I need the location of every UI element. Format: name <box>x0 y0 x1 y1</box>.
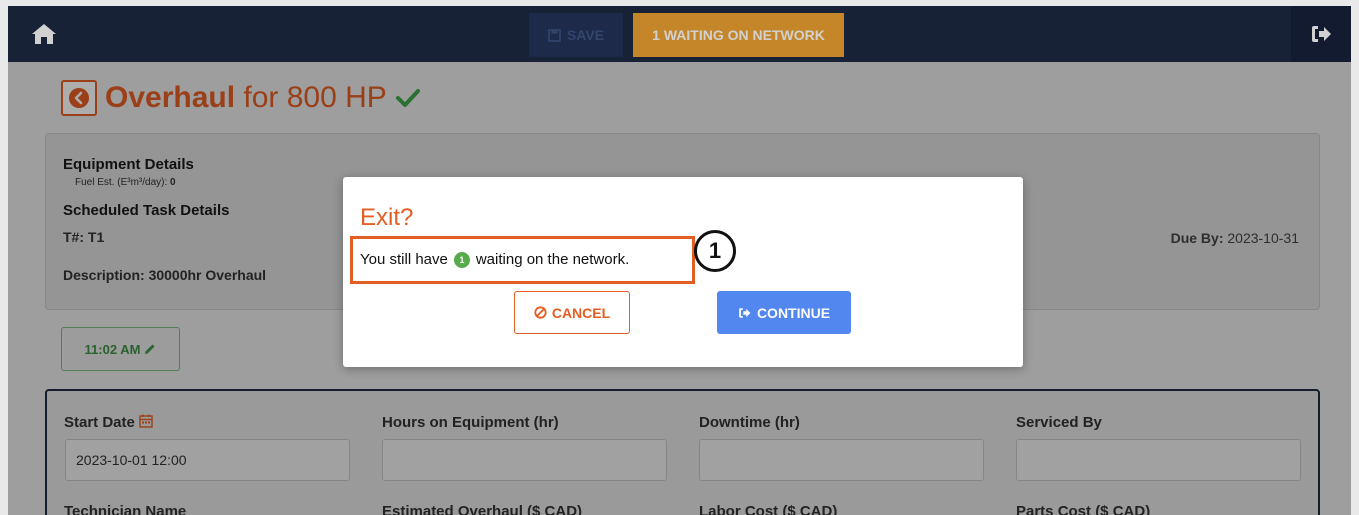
ban-icon <box>534 306 547 319</box>
annotation-callout-number: 1 <box>694 230 736 272</box>
navbar-backdrop <box>8 6 1351 62</box>
dialog-message-start: You still have <box>360 251 448 268</box>
pending-count-badge: 1 <box>453 251 470 268</box>
dialog-message: You still have 1 waiting on the network. <box>360 251 629 268</box>
cancel-button[interactable]: CANCEL <box>514 291 630 334</box>
exit-confirmation-dialog: Exit? You still have 1 waiting on the ne… <box>343 177 1023 367</box>
continue-button-label: CONTINUE <box>756 304 831 321</box>
dialog-message-end: waiting on the network. <box>475 251 630 268</box>
cancel-button-label: CANCEL <box>551 304 611 321</box>
sign-out-icon <box>739 307 751 318</box>
dialog-title: Exit? <box>360 204 414 231</box>
continue-button[interactable]: CONTINUE <box>717 291 851 334</box>
